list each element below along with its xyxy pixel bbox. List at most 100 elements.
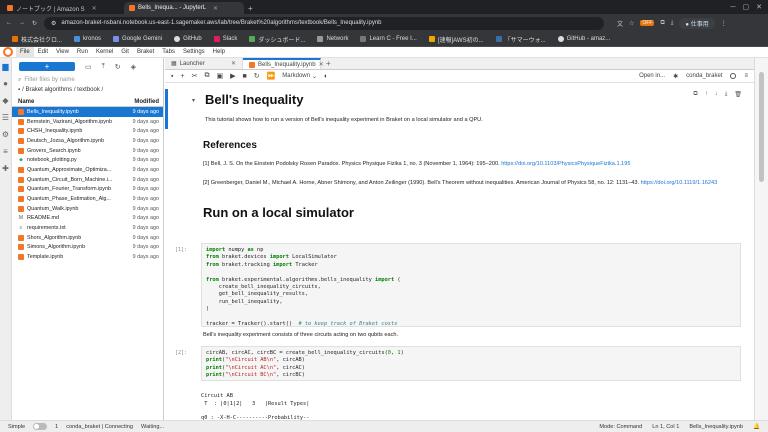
git-diff-icon[interactable]: ◐	[324, 73, 328, 80]
file-row[interactable]: Bells_Inequality.ipynb 9 days ago	[12, 107, 163, 117]
file-row[interactable]: Quantum_Approximate_Optimiza... 9 days ag…	[12, 165, 163, 175]
site-info-icon[interactable]: ⚙	[51, 20, 56, 27]
bug-icon[interactable]: ✱	[673, 73, 678, 80]
delete-icon[interactable]: 🗑	[734, 91, 742, 98]
file-filter[interactable]: ⌕ Filter files by name	[18, 75, 157, 85]
stop-icon[interactable]: ■	[242, 73, 246, 80]
bookmark-item[interactable]: GitHub	[174, 36, 202, 42]
git-icon[interactable]: ◆	[1, 96, 10, 105]
new-tab-button[interactable]: +	[248, 2, 253, 14]
menu-braket[interactable]: Braket	[133, 47, 158, 58]
kernel-status-text[interactable]: conda_braket | Connecting	[66, 424, 133, 430]
simple-mode-toggle[interactable]	[33, 423, 48, 430]
save-icon[interactable]: ▪	[171, 73, 173, 80]
extension-badge[interactable]: OFF	[640, 20, 655, 26]
toc-icon[interactable]: ≡	[1, 147, 10, 156]
menu-git[interactable]: Git	[117, 47, 133, 58]
move-down-icon[interactable]: ↓	[715, 91, 718, 98]
menu-settings[interactable]: Settings	[179, 47, 209, 58]
collapse-icon[interactable]: ▾	[192, 97, 195, 104]
run-icon[interactable]: ▶	[230, 72, 235, 80]
file-row[interactable]: Quantum_Walk.ipynb 9 days ago	[12, 204, 163, 214]
minimize-icon[interactable]: ─	[731, 4, 736, 11]
bookmark-item[interactable]: 株式会社クロ...	[12, 35, 62, 44]
git-clone-icon[interactable]: ◈	[131, 63, 136, 71]
paste-icon[interactable]: ▣	[216, 72, 223, 80]
open-in-button[interactable]: Open in...	[639, 73, 665, 79]
forward-icon[interactable]: →	[19, 20, 25, 26]
reload-icon[interactable]: ↻	[32, 20, 37, 27]
file-row[interactable]: Template.ipynb 9 days ago	[12, 252, 163, 262]
doc-tab-notebook[interactable]: Bells_Inequality.ipynb ✕	[243, 58, 324, 69]
property-inspector-icon[interactable]: ⚙	[1, 130, 10, 139]
add-cell-icon[interactable]: +	[180, 73, 184, 80]
menu-file[interactable]: File	[16, 46, 34, 58]
browser-tab-0[interactable]: ノートブック | Amazon S ✕	[2, 2, 122, 14]
url-field[interactable]: ⚙ amazon-braket-nsbani.notebook.us-east-…	[44, 16, 605, 30]
new-tab-button[interactable]: +	[321, 58, 336, 69]
menu-edit[interactable]: Edit	[34, 47, 52, 58]
close-icon[interactable]: ✕	[92, 5, 97, 12]
translate-icon[interactable]: 文	[617, 19, 623, 28]
column-modified[interactable]: Modified	[134, 99, 159, 105]
move-up-icon[interactable]: ↑	[705, 91, 708, 98]
browser-tab-1[interactable]: Bells_Inequa... - JupyterL ✕	[124, 2, 244, 14]
file-row[interactable]: M README.md 9 days ago	[12, 214, 163, 224]
close-window-icon[interactable]: ✕	[756, 3, 762, 11]
bookmark-item[interactable]: 「サマーウォ...	[495, 35, 546, 44]
new-launcher-button[interactable]: +	[19, 62, 75, 71]
reference-1-link[interactable]: https://doi.org/10.1103/PhysicsPhysiqueF…	[501, 161, 630, 167]
menu-tabs[interactable]: Tabs	[158, 47, 179, 58]
cut-icon[interactable]: ✂	[192, 72, 198, 80]
file-row[interactable]: Bernstein_Vazirani_Algorithm.ipynb 9 days…	[12, 117, 163, 127]
breadcrumb-path[interactable]: / Braket algorithms / textbook /	[22, 87, 103, 93]
file-row[interactable]: ◆ notebook_plotting.py 9 days ago	[12, 155, 163, 165]
new-folder-icon[interactable]: ▭	[85, 63, 92, 71]
file-row[interactable]: Shors_Algorithm.ipynb 9 days ago	[12, 233, 163, 243]
column-name[interactable]: Name	[18, 99, 134, 105]
notebook-scrollbar[interactable]	[754, 58, 768, 420]
file-row[interactable]: ≡ requirements.txt 9 days ago	[12, 223, 163, 233]
browser-menu-icon[interactable]: ⋮	[721, 20, 727, 27]
file-row[interactable]: Grovers_Search.ipynb 9 days ago	[12, 146, 163, 156]
terminal-count[interactable]: 1	[55, 424, 58, 430]
reference-2-link[interactable]: https://doi.org/10.1119/1.16243	[641, 180, 718, 186]
file-row[interactable]: Quantum_Circuit_Born_Machine.i... 9 days …	[12, 175, 163, 185]
insert-below-icon[interactable]: ⤓	[725, 91, 728, 98]
fast-forward-icon[interactable]: ⏩	[267, 72, 276, 80]
refresh-icon[interactable]: ↻	[115, 63, 121, 71]
bookmark-item[interactable]: Google Gemini	[113, 36, 162, 42]
file-row[interactable]: Quantum_Phase_Estimation_Alg... 9 days ag…	[12, 194, 163, 204]
close-icon[interactable]: ✕	[231, 60, 236, 67]
cell-type-select[interactable]: Markdown ⌄	[282, 73, 317, 80]
upload-icon[interactable]: ⤒	[102, 63, 105, 71]
running-icon[interactable]: ●	[1, 79, 10, 88]
code-cell-2[interactable]: circAB, circAC, circBC = create_bell_ine…	[201, 346, 741, 381]
menu-run[interactable]: Run	[73, 47, 92, 58]
kernel-name-button[interactable]: conda_braket	[686, 73, 722, 79]
bookmark-star-icon[interactable]: ☆	[629, 20, 634, 27]
bookmark-item[interactable]: ダッシュボード...	[249, 35, 305, 44]
maximize-icon[interactable]: ▢	[743, 3, 750, 11]
downloads-icon[interactable]: ⤓	[671, 20, 674, 27]
menu-view[interactable]: View	[52, 47, 73, 58]
home-icon[interactable]: ▪	[18, 87, 20, 93]
ln-col-indicator[interactable]: Ln 1, Col 1	[652, 424, 679, 430]
doc-tab-launcher[interactable]: ▦ Launcher ✕	[165, 58, 243, 69]
bookmark-item[interactable]: [速報]AWS初の...	[428, 35, 484, 44]
back-icon[interactable]: ←	[6, 20, 12, 26]
bookmark-item[interactable]: kronos	[74, 36, 101, 42]
file-row[interactable]: CHSH_Inequality.ipynb 9 days ago	[12, 126, 163, 136]
restart-icon[interactable]: ↻	[254, 72, 260, 80]
folder-icon[interactable]: ▆	[1, 62, 10, 71]
menu-help[interactable]: Help	[209, 47, 229, 58]
breadcrumb[interactable]: ▪ / Braket algorithms / textbook /	[12, 85, 163, 95]
scrollbar-thumb[interactable]	[759, 72, 764, 182]
bookmark-item[interactable]: Network	[317, 36, 348, 42]
copy-icon[interactable]: ⧉	[204, 72, 209, 80]
menu-kernel[interactable]: Kernel	[92, 47, 117, 58]
notebook-body[interactable]: ▾ Bell's Inequality ⧉ ↑ ↓ ⤓ 🗑 This tutor…	[165, 83, 754, 420]
markdown-cell-title[interactable]: ▾ Bell's Inequality ⧉ ↑ ↓ ⤓ 🗑 This tutor…	[165, 89, 754, 129]
commands-icon[interactable]: ☰	[1, 113, 10, 122]
close-icon[interactable]: ✕	[213, 5, 218, 12]
